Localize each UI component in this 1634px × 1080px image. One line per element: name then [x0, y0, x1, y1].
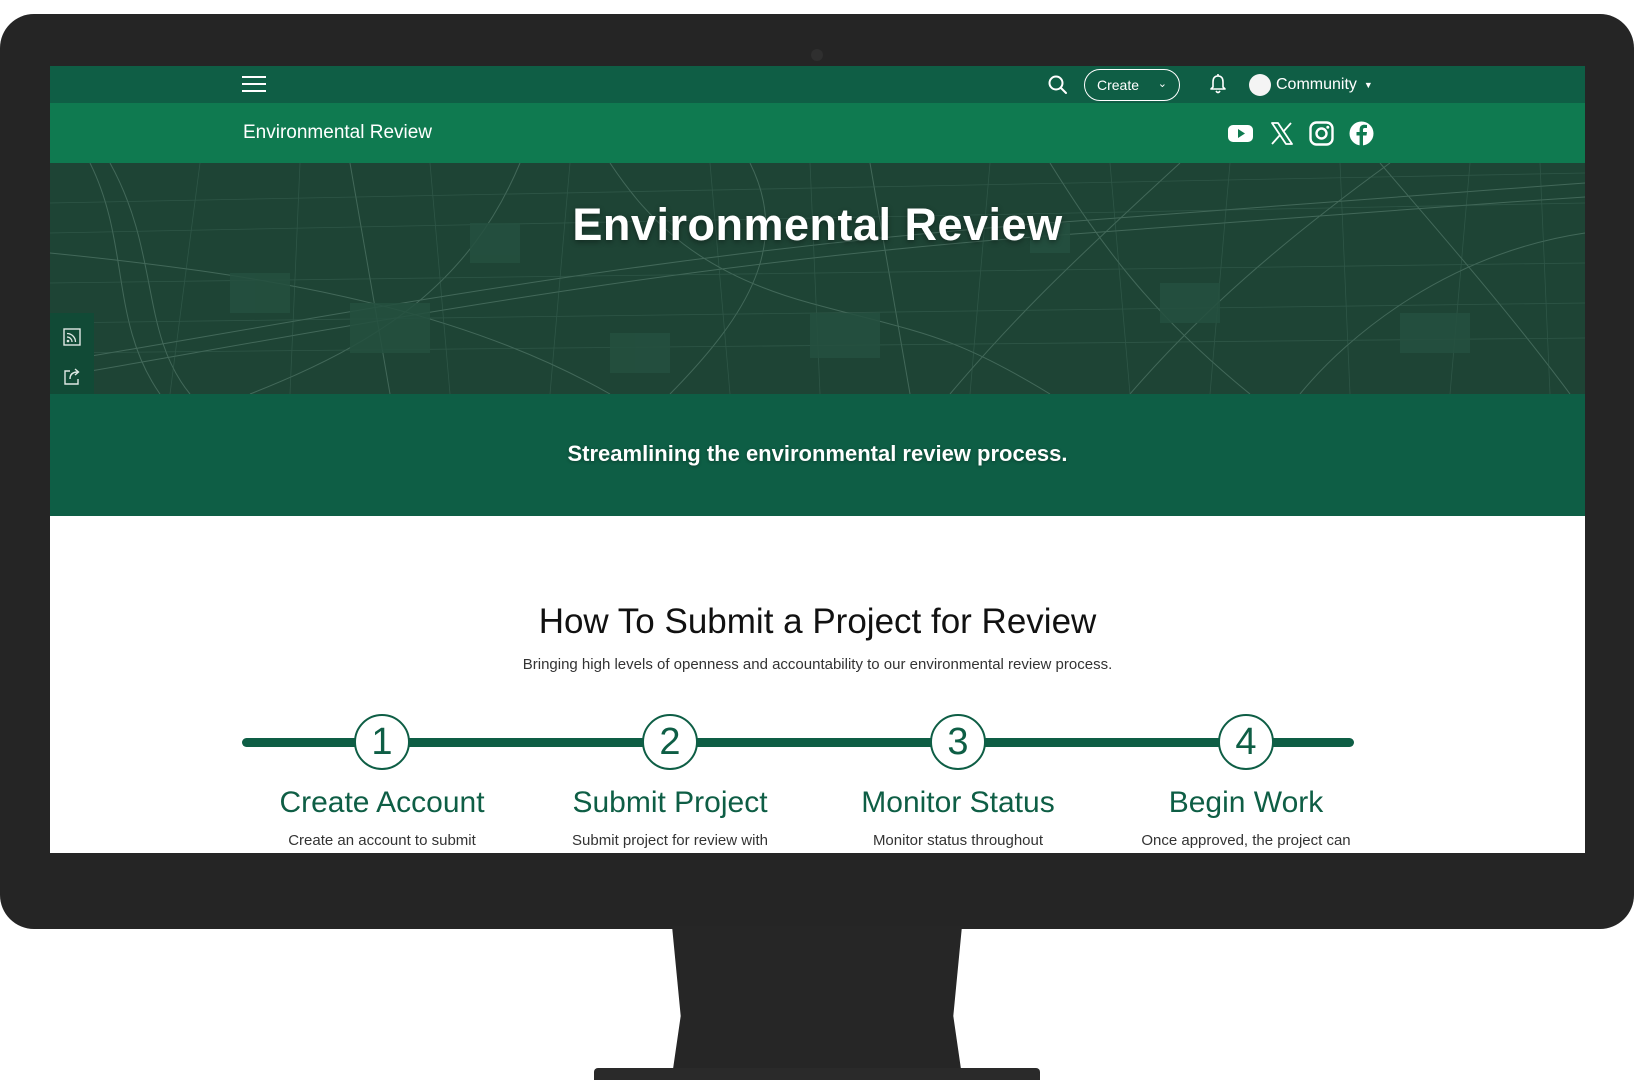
webcam [811, 49, 823, 61]
side-toolbar [50, 313, 94, 394]
monitor-stand-base [594, 1068, 1040, 1080]
caret-down-icon: ▼ [1363, 80, 1373, 90]
step-number[interactable]: 2 [642, 714, 698, 770]
create-button[interactable]: Create ⌄ [1084, 69, 1180, 101]
x-icon[interactable] [1268, 120, 1295, 147]
step-number[interactable]: 3 [930, 714, 986, 770]
site-title-link[interactable]: Environmental Review [243, 122, 432, 144]
tagline: Streamlining the environmental review pr… [567, 441, 1068, 466]
step-description: Monitor status throughout [872, 832, 1044, 849]
step-create-account: 1 Create Account Create an account to su… [237, 714, 527, 849]
step-submit-project: 2 Submit Project Submit project for revi… [525, 714, 815, 849]
hamburger-icon[interactable] [242, 73, 266, 95]
instagram-icon[interactable] [1308, 120, 1335, 147]
step-description: Once approved, the project can [1141, 832, 1351, 849]
step-title[interactable]: Monitor Status [813, 786, 1103, 820]
screen: Create ⌄ Community ▼ Environmental Revie… [50, 66, 1585, 853]
steps-section-subtitle: Bringing high levels of openness and acc… [522, 656, 1113, 673]
hero-title: Environmental Review [572, 199, 1063, 250]
bell-icon[interactable] [1208, 73, 1228, 95]
community-label: Community [1276, 76, 1357, 93]
create-button-label: Create [1097, 76, 1140, 93]
step-number[interactable]: 1 [354, 714, 410, 770]
step-number[interactable]: 4 [1218, 714, 1274, 770]
tagline-band: Streamlining the environmental review pr… [50, 394, 1585, 516]
step-monitor-status: 3 Monitor Status Monitor status througho… [813, 714, 1103, 849]
avatar [1249, 74, 1271, 96]
steps-section-title: How To Submit a Project for Review [538, 602, 1097, 641]
search-icon[interactable] [1047, 74, 1069, 96]
hero-banner: Environmental Review [50, 163, 1585, 394]
step-begin-work: 4 Begin Work Once approved, the project … [1101, 714, 1391, 849]
step-title[interactable]: Begin Work [1101, 786, 1391, 820]
facebook-icon[interactable] [1348, 120, 1375, 147]
top-nav: Create ⌄ Community ▼ [50, 66, 1585, 103]
monitor-stand [672, 926, 962, 1076]
step-description: Submit project for review with [572, 832, 768, 849]
step-description: Create an account to submit [288, 832, 476, 849]
share-icon[interactable] [62, 367, 82, 387]
rss-icon[interactable] [62, 327, 82, 347]
step-title[interactable]: Create Account [237, 786, 527, 820]
site-header: Environmental Review [50, 103, 1585, 163]
chevron-down-icon: ⌄ [1157, 78, 1167, 90]
community-menu[interactable]: Community ▼ [1249, 70, 1373, 100]
youtube-icon[interactable] [1227, 120, 1254, 147]
step-title[interactable]: Submit Project [525, 786, 815, 820]
map-background [50, 163, 1585, 394]
